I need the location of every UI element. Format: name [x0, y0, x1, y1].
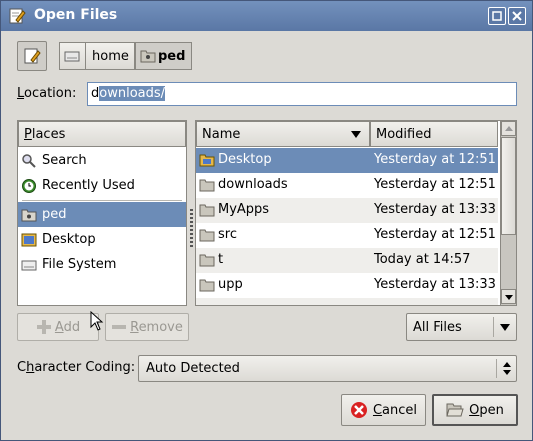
file-row[interactable]: t Today at 14:57: [196, 248, 498, 273]
plus-icon: [36, 320, 51, 334]
files-panel: Name Modified Desktop Yesterday at 12:51…: [195, 120, 517, 306]
path-current-button[interactable]: ped: [135, 42, 192, 70]
folder-icon: [199, 279, 215, 292]
open-folder-icon: [446, 403, 464, 417]
drive-icon: [64, 51, 80, 62]
path-home-label: home: [92, 48, 129, 64]
clock-icon: [22, 178, 36, 193]
places-panel: Places Search Recently Used ped Desktop …: [17, 120, 187, 306]
arrow-down-icon: [505, 295, 513, 300]
folder-icon: [199, 179, 215, 192]
pane-splitter-handle[interactable]: [190, 209, 193, 249]
edit-document-icon: [24, 48, 41, 64]
file-filter-value: All Files: [413, 319, 462, 335]
column-header-name[interactable]: Name: [196, 121, 370, 147]
places-item-search[interactable]: Search: [18, 148, 186, 173]
cancel-button[interactable]: Cancel: [341, 394, 426, 426]
files-scrollbar[interactable]: [500, 121, 516, 305]
combo-separator: [496, 359, 497, 378]
add-button[interactable]: Add: [17, 313, 99, 341]
updown-arrows-icon: [503, 362, 511, 375]
path-current-label: ped: [158, 48, 186, 64]
close-icon: [512, 11, 522, 21]
sort-descending-icon: [351, 131, 361, 138]
places-header[interactable]: Places: [18, 121, 186, 147]
file-row[interactable]: src Yesterday at 12:51: [196, 223, 498, 248]
scroll-up-button[interactable]: [501, 121, 516, 136]
cancel-button-label: Cancel: [372, 402, 418, 418]
combo-separator: [493, 317, 494, 337]
open-button[interactable]: Open: [432, 394, 518, 426]
chevron-down-icon: [500, 324, 510, 331]
file-row[interactable]: MyApps Yesterday at 13:33: [196, 198, 498, 223]
file-row-partial[interactable]: [196, 298, 498, 305]
home-folder-icon: [140, 50, 156, 63]
folder-icon: [199, 254, 215, 267]
remove-button[interactable]: Remove: [105, 313, 189, 341]
edit-document-icon: [9, 8, 26, 24]
open-files-dialog: Open Files home ped Location: downloads/…: [0, 0, 533, 441]
places-item-recently-used[interactable]: Recently Used: [18, 173, 186, 198]
window-title: Open Files: [34, 7, 118, 23]
file-row[interactable]: Desktop Yesterday at 12:51: [196, 148, 498, 173]
places-item-file-system[interactable]: File System: [18, 252, 186, 277]
places-separator: [22, 200, 182, 201]
add-button-label: Add: [54, 319, 81, 335]
file-row[interactable]: upp Yesterday at 13:33: [196, 273, 498, 298]
column-header-modified[interactable]: Modified: [370, 121, 498, 147]
edit-location-toggle[interactable]: [17, 41, 47, 71]
character-coding-combo[interactable]: Auto Detected: [138, 355, 517, 382]
path-root-button[interactable]: [59, 42, 85, 70]
character-coding-label: Character Coding:: [17, 360, 136, 375]
places-item-desktop[interactable]: Desktop: [18, 227, 186, 252]
remove-button-label: Remove: [130, 319, 183, 335]
home-folder-icon: [21, 209, 37, 221]
places-item-ped[interactable]: ped: [18, 202, 186, 227]
file-row[interactable]: downloads Yesterday at 12:51: [196, 173, 498, 198]
title-bar[interactable]: Open Files: [1, 1, 532, 31]
file-filter-combo[interactable]: All Files: [406, 313, 517, 341]
desktop-folder-icon: [199, 154, 215, 167]
location-input[interactable]: downloads/: [87, 82, 517, 106]
folder-icon: [199, 204, 215, 217]
open-button-label: Open: [469, 402, 504, 418]
close-button[interactable]: [508, 7, 526, 25]
character-coding-value: Auto Detected: [146, 361, 240, 376]
maximize-icon: [492, 11, 502, 21]
path-home-button[interactable]: home: [85, 42, 135, 70]
minus-icon: [112, 325, 127, 329]
location-input-text: downloads/: [91, 86, 166, 101]
desktop-icon: [21, 233, 37, 246]
scroll-thumb[interactable]: [501, 137, 516, 235]
folder-icon: [199, 229, 215, 242]
mouse-pointer-icon: [90, 311, 104, 331]
drive-icon: [21, 260, 37, 270]
cancel-icon: [350, 402, 367, 418]
search-icon: [22, 153, 36, 168]
arrow-up-icon: [505, 126, 513, 131]
scroll-down-button[interactable]: [501, 289, 516, 304]
maximize-button[interactable]: [488, 7, 506, 25]
location-label: Location:: [17, 86, 77, 101]
